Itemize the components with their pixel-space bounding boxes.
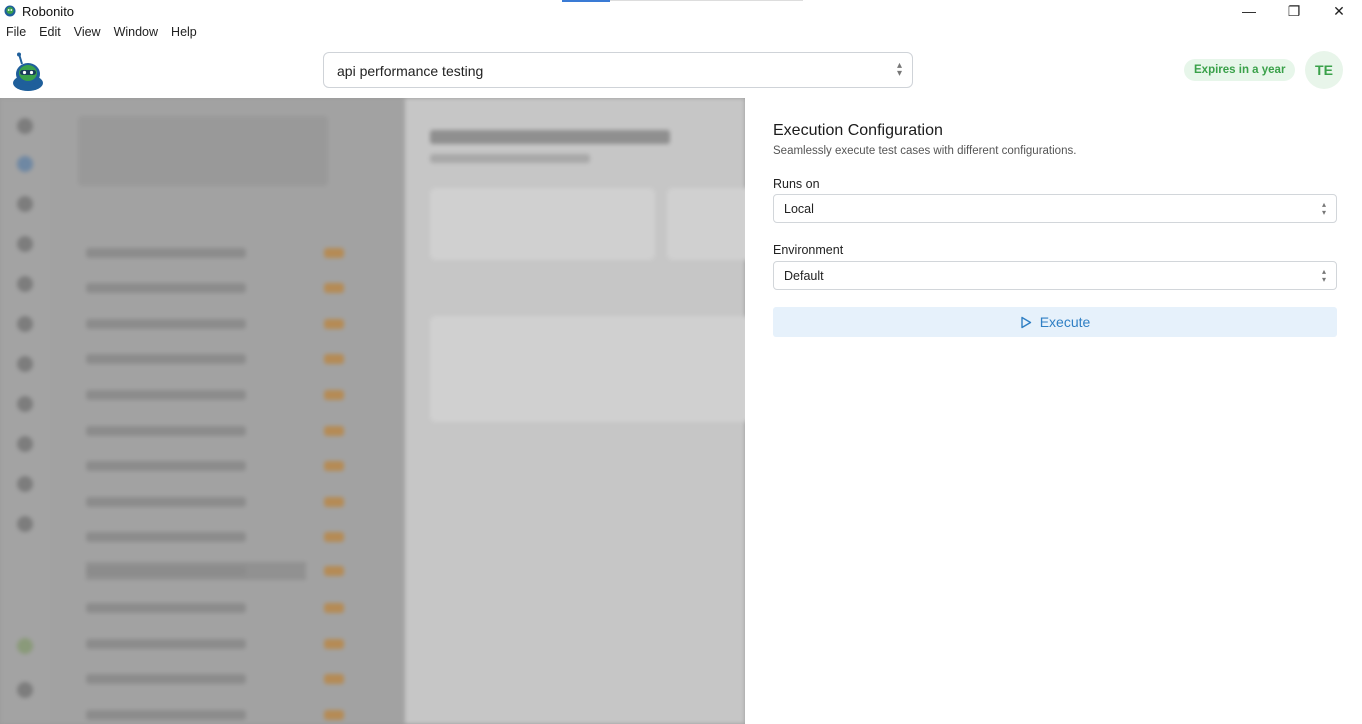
report-subtitle-placeholder: [430, 154, 590, 163]
environment-select[interactable]: Default ▴ ▾: [773, 261, 1337, 290]
restore-button[interactable]: ❐: [1271, 0, 1317, 22]
report-table-placeholder: [430, 316, 750, 422]
list-item: [86, 422, 344, 440]
left-nav-rail: [0, 98, 50, 724]
list-item: [86, 599, 344, 617]
menu-view[interactable]: View: [68, 23, 108, 43]
menu-edit[interactable]: Edit: [33, 23, 68, 43]
menu-help[interactable]: Help: [165, 23, 204, 43]
nav-icon: [17, 316, 33, 332]
nav-icon: [17, 356, 33, 372]
project-search-select[interactable]: api performance testing ▴ ▾: [323, 52, 913, 88]
test-tree-pane: [50, 98, 405, 724]
list-item: [86, 244, 344, 262]
nav-icon: [17, 236, 33, 252]
app-header: api performance testing ▴ ▾ Expires in a …: [0, 44, 1362, 98]
user-avatar[interactable]: TE: [1305, 51, 1343, 89]
menu-bar: File Edit View Window Help: [0, 23, 204, 43]
stat-card: [430, 188, 655, 260]
nav-icon: [17, 196, 33, 212]
restore-icon: ❐: [1287, 2, 1301, 19]
tab-indicator-active: [562, 0, 610, 2]
environment-label: Environment: [773, 243, 844, 257]
robonito-logo[interactable]: [10, 52, 46, 92]
runs-on-select[interactable]: Local ▴ ▾: [773, 194, 1337, 223]
minimize-icon: —: [1242, 3, 1256, 19]
select-chevron-icon: ▴ ▾: [896, 60, 902, 79]
nav-icon: [17, 476, 33, 492]
list-item: [86, 315, 344, 333]
list-item: [86, 706, 344, 724]
close-button[interactable]: ✕: [1316, 0, 1362, 22]
list-item-selected: [86, 562, 344, 580]
drawer-title: Execution Configuration: [773, 122, 943, 139]
play-icon: [1021, 316, 1031, 328]
list-item: [86, 350, 344, 368]
nav-icon: [17, 436, 33, 452]
chevron-updown-icon: ▴ ▾: [1321, 267, 1326, 284]
nav-icon: [17, 516, 33, 532]
tab-indicator: [610, 0, 803, 1]
title-bar: Robonito — ❐ ✕: [0, 0, 1362, 22]
menu-window[interactable]: Window: [108, 23, 165, 43]
list-item: [86, 493, 344, 511]
report-title-placeholder: [430, 130, 670, 144]
execute-button[interactable]: Execute: [773, 307, 1337, 337]
list-item: [86, 386, 344, 404]
report-pane: [405, 98, 757, 724]
runs-on-value: Local: [784, 202, 814, 216]
close-icon: ✕: [1333, 2, 1345, 19]
nav-icon: [17, 682, 33, 698]
execute-label: Execute: [1039, 314, 1091, 330]
list-item: [86, 279, 344, 297]
project-search-value: api performance testing: [337, 63, 484, 79]
menu-file[interactable]: File: [0, 23, 33, 43]
tree-toolbar: [78, 116, 328, 186]
list-item: [86, 457, 344, 475]
environment-value: Default: [784, 269, 824, 283]
chevron-updown-icon: ▴ ▾: [1321, 200, 1326, 217]
robonito-app-icon: [4, 5, 16, 17]
drawer-subtitle: Seamlessly execute test cases with diffe…: [773, 145, 1077, 157]
nav-icon: [17, 396, 33, 412]
execution-configuration-drawer: Execution Configuration Seamlessly execu…: [745, 98, 1362, 724]
runs-on-label: Runs on: [773, 177, 820, 191]
list-item: [86, 670, 344, 688]
nav-icon: [17, 156, 33, 172]
list-item: [86, 528, 344, 546]
window-title: Robonito: [22, 4, 75, 19]
nav-icon: [17, 638, 33, 654]
nav-icon: [17, 118, 33, 134]
license-expiry-badge: Expires in a year: [1184, 59, 1296, 81]
list-item: [86, 635, 344, 653]
nav-icon: [17, 276, 33, 292]
minimize-button[interactable]: —: [1226, 0, 1272, 22]
stat-card: [667, 188, 757, 260]
